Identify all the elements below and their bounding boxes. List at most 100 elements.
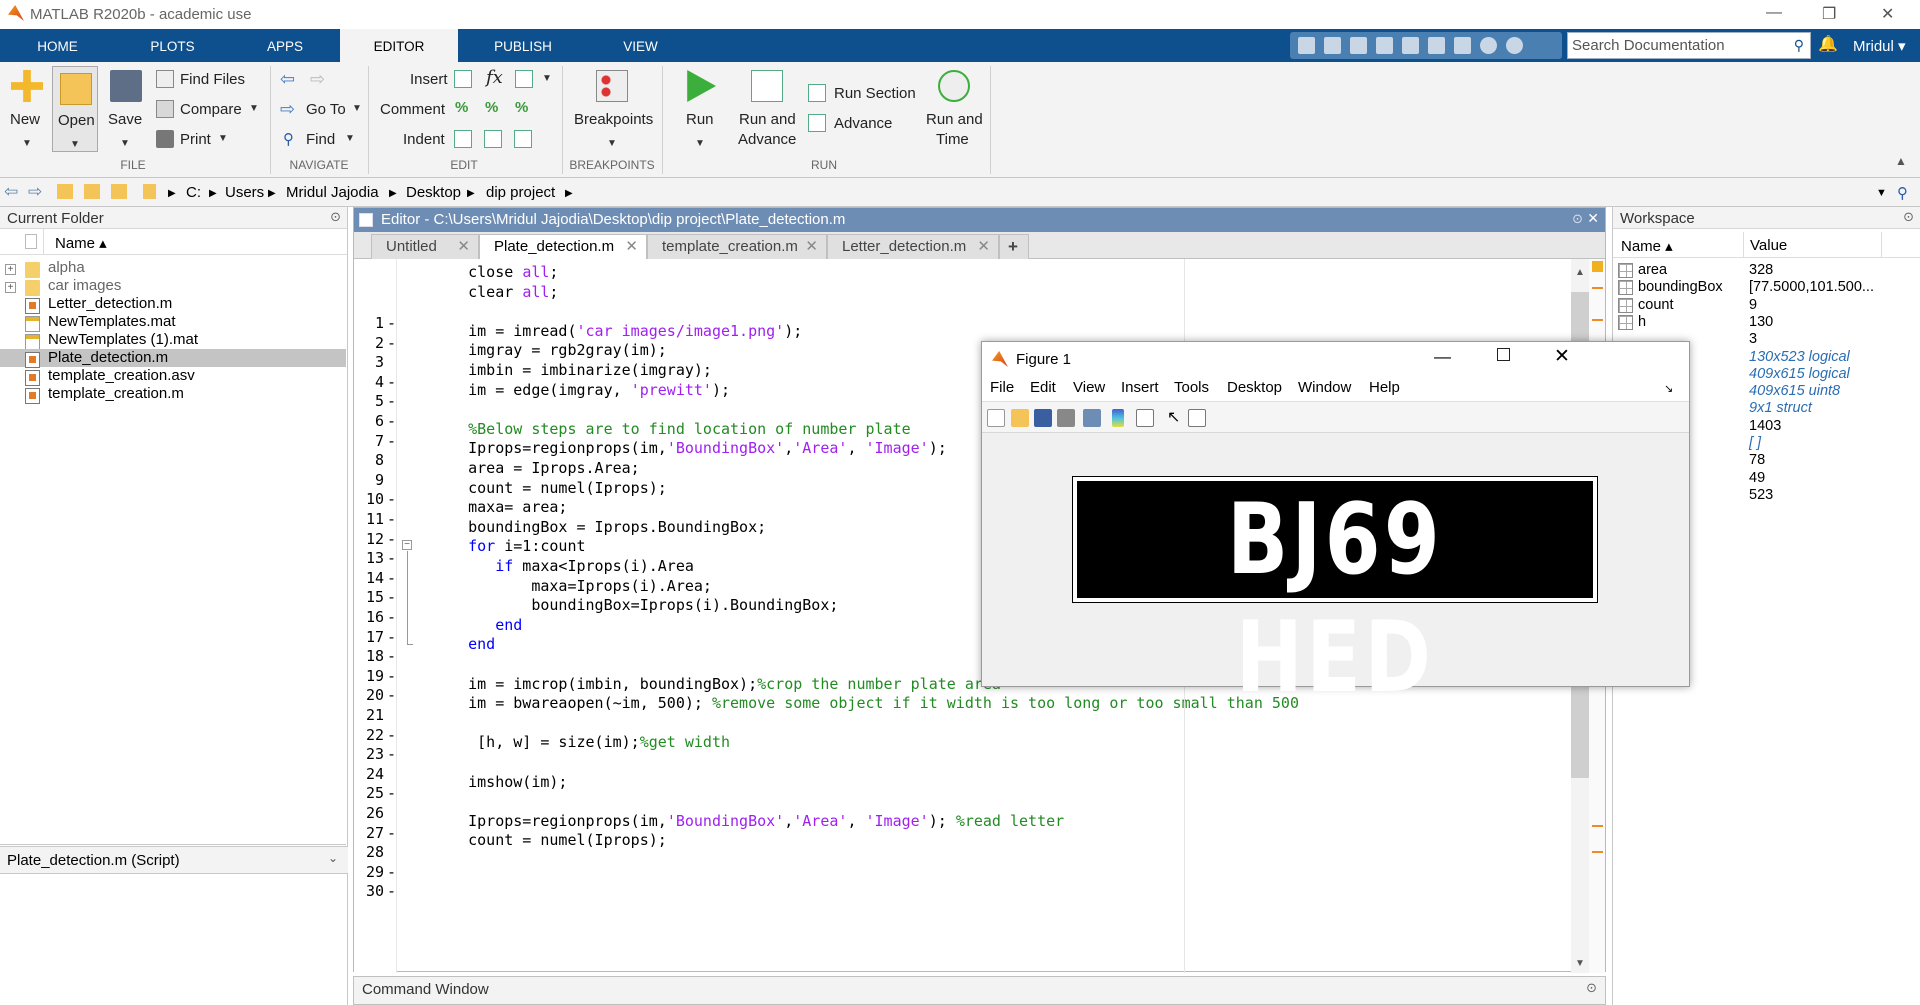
- new-tab-button[interactable]: +: [999, 234, 1029, 259]
- code-line[interactable]: imshow(im);: [432, 773, 567, 791]
- editor-close-icon[interactable]: ✕: [1587, 210, 1599, 227]
- go-to-dropdown-icon[interactable]: ▼: [352, 103, 362, 114]
- code-line[interactable]: boundingBox = Iprops.BoundingBox;: [432, 518, 766, 536]
- workspace-row[interactable]: count 9: [1613, 297, 1919, 314]
- code-line[interactable]: imgray = rgb2gray(im);: [432, 341, 667, 359]
- code-line[interactable]: Iprops=regionprops(im,'BoundingBox','Are…: [432, 439, 947, 457]
- back-arrow-icon[interactable]: ⇦: [280, 69, 295, 90]
- minimize-button[interactable]: —: [1766, 4, 1782, 22]
- indent-button[interactable]: Indent: [403, 131, 445, 148]
- path-segment[interactable]: dip project: [486, 184, 555, 201]
- code-line[interactable]: end: [432, 635, 495, 653]
- workspace-row[interactable]: h 130: [1613, 314, 1919, 331]
- dropdown-icon[interactable]: [1506, 37, 1523, 54]
- expand-folder-icon[interactable]: +: [5, 282, 16, 293]
- fx-icon[interactable]: fx: [486, 67, 503, 88]
- comment-icon[interactable]: %: [455, 99, 468, 116]
- code-line[interactable]: im = imcrop(imbin, boundingBox);%crop th…: [432, 675, 1001, 693]
- property-editor-icon[interactable]: [1188, 409, 1206, 427]
- scroll-up-icon[interactable]: ▲: [1575, 267, 1585, 278]
- menu-window[interactable]: Window: [1298, 379, 1351, 396]
- close-tab-icon[interactable]: ✕: [457, 235, 470, 259]
- breakpoint-marker[interactable]: -: [387, 608, 396, 626]
- find-button[interactable]: Find: [306, 131, 335, 148]
- name-column-header[interactable]: Name ▴: [55, 234, 107, 252]
- breakpoint-marker[interactable]: -: [387, 784, 396, 802]
- workspace-actions-icon[interactable]: ⊙: [1903, 209, 1914, 225]
- file-list-item[interactable]: template_creation.asv: [0, 367, 346, 386]
- code-line[interactable]: boundingBox=Iprops(i).BoundingBox;: [432, 596, 838, 614]
- switch-windows-icon[interactable]: [1454, 37, 1471, 54]
- insert-section-icon[interactable]: [454, 70, 472, 88]
- editor-tab-letter-detection[interactable]: Letter_detection.m ✕: [827, 234, 999, 259]
- tab-home[interactable]: HOME: [0, 29, 115, 62]
- print-figure-icon[interactable]: [1057, 409, 1075, 427]
- uncomment-icon[interactable]: %: [485, 99, 498, 116]
- smart-indent-icon[interactable]: [454, 130, 472, 148]
- file-list-item[interactable]: + car images: [0, 277, 346, 296]
- warning-mark[interactable]: [1592, 319, 1603, 321]
- close-tab-icon[interactable]: ✕: [805, 235, 818, 259]
- command-window-actions-icon[interactable]: ⊙: [1586, 980, 1597, 996]
- menu-desktop[interactable]: Desktop: [1227, 379, 1282, 396]
- increase-indent-icon[interactable]: [484, 130, 502, 148]
- menu-tools[interactable]: Tools: [1174, 379, 1209, 396]
- menu-insert[interactable]: Insert: [1121, 379, 1159, 396]
- tab-editor[interactable]: EDITOR: [340, 29, 458, 62]
- breakpoint-marker[interactable]: -: [387, 530, 396, 548]
- editor-tab-untitled[interactable]: Untitled ✕: [371, 234, 479, 259]
- code-line[interactable]: [h, w] = size(im);%get width: [432, 733, 730, 751]
- tab-plots[interactable]: PLOTS: [115, 29, 230, 62]
- editor-tab-template-creation[interactable]: template_creation.m ✕: [647, 234, 827, 259]
- open-button[interactable]: Open ▼: [52, 66, 98, 152]
- breakpoint-marker[interactable]: -: [387, 686, 396, 704]
- tab-publish[interactable]: PUBLISH: [458, 29, 588, 62]
- close-tab-icon[interactable]: ✕: [977, 235, 990, 259]
- menu-help[interactable]: Help: [1369, 379, 1400, 396]
- help-icon[interactable]: [1480, 37, 1497, 54]
- code-line[interactable]: end: [432, 616, 522, 634]
- browse-folder-icon[interactable]: [84, 184, 100, 199]
- file-list-item[interactable]: + alpha: [0, 259, 346, 278]
- run-section-button[interactable]: Run Section: [834, 85, 916, 102]
- code-line[interactable]: count = numel(Iprops);: [432, 479, 667, 497]
- close-tab-icon[interactable]: ✕: [625, 235, 638, 259]
- redo-icon[interactable]: [1428, 37, 1445, 54]
- figure-close-button[interactable]: ✕: [1554, 345, 1570, 368]
- command-window-header[interactable]: Command Window ⊙: [353, 976, 1606, 1005]
- print-dropdown-icon[interactable]: ▼: [218, 133, 228, 144]
- expand-folder-icon[interactable]: +: [5, 264, 16, 275]
- save-figure-icon[interactable]: [1034, 409, 1052, 427]
- details-panel-header[interactable]: Plate_detection.m (Script) ⌄: [0, 846, 348, 874]
- path-segment[interactable]: Desktop: [406, 184, 461, 201]
- breakpoint-marker[interactable]: -: [387, 647, 396, 665]
- breakpoint-marker[interactable]: -: [387, 334, 396, 352]
- comment-button[interactable]: Comment: [380, 101, 445, 118]
- advance-button[interactable]: Advance: [834, 115, 892, 132]
- code-fold-icon[interactable]: −: [402, 540, 412, 551]
- breakpoint-marker[interactable]: -: [387, 824, 396, 842]
- path-segment[interactable]: Users: [225, 184, 264, 201]
- decrease-indent-icon[interactable]: [514, 130, 532, 148]
- code-line[interactable]: clear all;: [432, 283, 558, 301]
- save-quick-icon[interactable]: [1298, 37, 1315, 54]
- file-list-item[interactable]: NewTemplates (1).mat: [0, 331, 346, 350]
- code-line[interactable]: %Below steps are to find location of num…: [432, 420, 911, 438]
- breakpoint-marker[interactable]: -: [387, 412, 396, 430]
- breakpoint-marker[interactable]: -: [387, 882, 396, 900]
- insert-dropdown-icon[interactable]: ▼: [542, 73, 552, 84]
- path-history-dropdown-icon[interactable]: ▼: [1876, 187, 1887, 199]
- collapse-toolstrip-icon[interactable]: ▲: [1895, 154, 1907, 168]
- forward-arrow-icon[interactable]: ⇨: [310, 69, 325, 90]
- code-line[interactable]: Iprops=regionprops(im,'BoundingBox','Are…: [432, 812, 1064, 830]
- copy-icon[interactable]: [1350, 37, 1367, 54]
- dock-figure-icon[interactable]: ↘: [1664, 382, 1673, 395]
- breakpoint-marker[interactable]: -: [387, 588, 396, 606]
- search-folder-icon[interactable]: ⚲: [1897, 184, 1908, 202]
- code-line[interactable]: maxa= area;: [432, 498, 567, 516]
- compare-dropdown-icon[interactable]: ▼: [249, 103, 259, 114]
- code-line[interactable]: for i=1:count: [432, 537, 585, 555]
- details-collapse-icon[interactable]: ⌄: [328, 851, 338, 865]
- file-list-item[interactable]: NewTemplates.mat: [0, 313, 346, 332]
- breakpoint-marker[interactable]: -: [387, 432, 396, 450]
